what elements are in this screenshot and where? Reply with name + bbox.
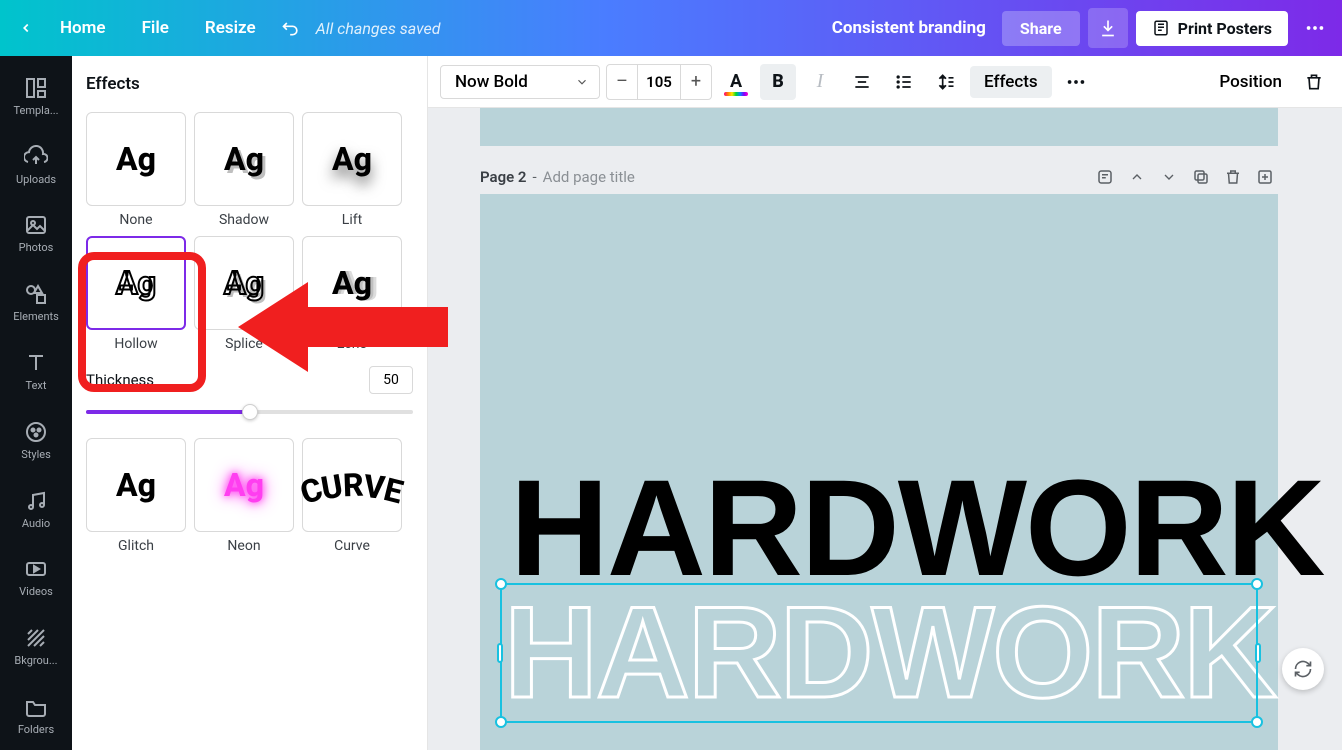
download-button[interactable] <box>1088 8 1128 48</box>
sidebar-label: Photos <box>19 241 54 254</box>
text-solid-hardwork[interactable]: HARDWORK <box>510 460 1324 597</box>
notes-icon[interactable] <box>1092 164 1118 190</box>
left-sidebar: Templa... Uploads Photos Elements Text S… <box>0 56 72 750</box>
undo-button[interactable] <box>274 11 308 45</box>
chevron-down-icon <box>575 75 589 89</box>
sidebar-item-uploads[interactable]: Uploads <box>0 131 72 200</box>
resize-handle[interactable] <box>1251 578 1263 590</box>
save-status: All changes saved <box>316 19 441 38</box>
font-size-decrement[interactable]: – <box>607 65 637 99</box>
app-header: Home File Resize All changes saved Consi… <box>0 0 1342 56</box>
resize-handle[interactable] <box>1255 643 1261 663</box>
sidebar-label: Styles <box>21 448 51 461</box>
font-size-input[interactable] <box>637 65 681 99</box>
text-outline-hardwork-selection[interactable]: HARDWORK <box>504 587 1254 719</box>
font-size-control: – + <box>606 64 712 100</box>
move-down-icon[interactable] <box>1156 164 1182 190</box>
menu-resize[interactable]: Resize <box>187 18 274 38</box>
effect-splice[interactable]: AgSplice <box>194 236 294 352</box>
duplicate-page-icon[interactable] <box>1188 164 1214 190</box>
effect-lift[interactable]: AgLift <box>302 112 402 228</box>
refresh-button[interactable] <box>1282 648 1324 690</box>
canvas-viewport[interactable]: Page 2 - Add page title HARDWORK HARDWOR… <box>428 108 1342 750</box>
italic-button[interactable]: I <box>802 64 838 100</box>
previous-page-slice <box>480 108 1278 146</box>
delete-page-icon[interactable] <box>1220 164 1246 190</box>
effect-echo[interactable]: AgEcho <box>302 236 402 352</box>
sidebar-label: Text <box>26 379 47 392</box>
document-title[interactable]: Consistent branding <box>832 18 986 38</box>
selection-box <box>500 583 1258 723</box>
canvas-page-2[interactable]: HARDWORK HARDWORK <box>480 194 1278 750</box>
menu-home[interactable]: Home <box>42 18 124 38</box>
thickness-slider[interactable] <box>86 404 413 420</box>
delete-button[interactable] <box>1298 66 1330 98</box>
sidebar-item-background[interactable]: Bkgrou... <box>0 612 72 681</box>
resize-handle[interactable] <box>1251 716 1263 728</box>
effects-button[interactable]: Effects <box>970 66 1052 98</box>
sidebar-item-text[interactable]: Text <box>0 337 72 406</box>
effect-neon[interactable]: AgNeon <box>194 438 294 554</box>
text-color-button[interactable]: A <box>718 64 754 100</box>
header-more-button[interactable] <box>1298 11 1332 45</box>
sidebar-item-styles[interactable]: Styles <box>0 406 72 475</box>
thickness-input[interactable] <box>369 366 413 394</box>
page-header: Page 2 - Add page title <box>480 164 1278 190</box>
add-page-icon[interactable] <box>1252 164 1278 190</box>
sidebar-label: Videos <box>19 585 53 598</box>
print-posters-button[interactable]: Print Posters <box>1136 11 1288 46</box>
print-posters-label: Print Posters <box>1178 19 1272 38</box>
back-button[interactable] <box>10 12 42 44</box>
sidebar-item-templates[interactable]: Templa... <box>0 62 72 131</box>
position-button[interactable]: Position <box>1209 66 1292 98</box>
text-toolbar: Now Bold – + A B I Effects <box>428 56 1342 108</box>
sidebar-item-folders[interactable]: Folders <box>0 681 72 750</box>
share-button[interactable]: Share <box>1002 11 1080 46</box>
menu-file[interactable]: File <box>124 18 187 38</box>
font-size-increment[interactable]: + <box>681 65 711 99</box>
sidebar-item-photos[interactable]: Photos <box>0 200 72 269</box>
sidebar-label: Audio <box>22 517 50 530</box>
panel-title: Effects <box>86 74 413 94</box>
toolbar-more-button[interactable] <box>1058 64 1094 100</box>
effect-none[interactable]: AgNone <box>86 112 186 228</box>
editor-area: Now Bold – + A B I Effects <box>428 56 1342 750</box>
sidebar-label: Bkgrou... <box>14 654 57 667</box>
font-family-select[interactable]: Now Bold <box>440 65 600 99</box>
effect-glitch[interactable]: AgGlitch <box>86 438 186 554</box>
list-button[interactable] <box>886 64 922 100</box>
bold-button[interactable]: B <box>760 64 796 100</box>
resize-handle[interactable] <box>495 578 507 590</box>
sidebar-label: Folders <box>18 723 54 736</box>
resize-handle[interactable] <box>497 643 503 663</box>
effect-curve[interactable]: CURVECurve <box>302 438 402 554</box>
effect-shadow[interactable]: AgShadow <box>194 112 294 228</box>
effect-hollow[interactable]: AgHollow <box>86 236 186 352</box>
add-page-title[interactable]: Add page title <box>543 168 635 186</box>
sidebar-item-audio[interactable]: Audio <box>0 475 72 544</box>
move-up-icon[interactable] <box>1124 164 1150 190</box>
sidebar-label: Uploads <box>16 173 56 186</box>
sidebar-item-videos[interactable]: Videos <box>0 544 72 613</box>
thickness-label: Thickness <box>86 371 154 389</box>
effects-panel: Effects AgNone AgShadow AgLift AgHollow … <box>72 56 428 750</box>
sidebar-label: Elements <box>13 310 59 323</box>
sidebar-label: Templa... <box>13 104 58 117</box>
alignment-button[interactable] <box>844 64 880 100</box>
page-number-label: Page 2 <box>480 168 527 186</box>
sidebar-item-elements[interactable]: Elements <box>0 268 72 337</box>
spacing-button[interactable] <box>928 64 964 100</box>
resize-handle[interactable] <box>495 716 507 728</box>
